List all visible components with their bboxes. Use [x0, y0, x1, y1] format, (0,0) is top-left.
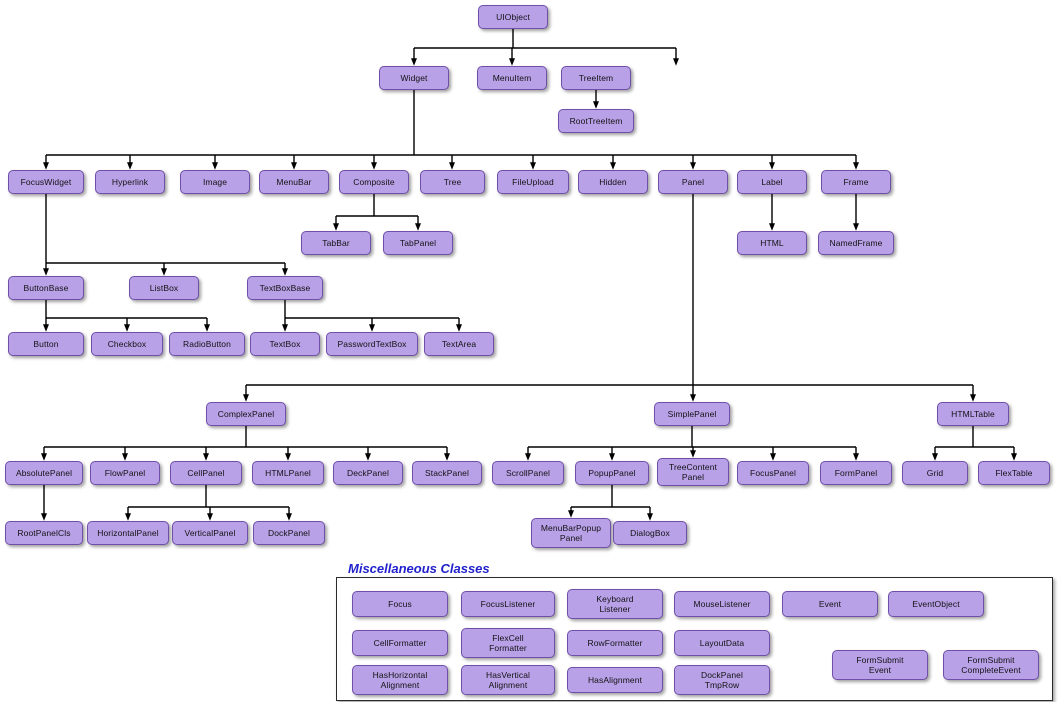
class-node-hyperlink[interactable]: Hyperlink [95, 170, 165, 194]
class-node-buttonbase[interactable]: ButtonBase [8, 276, 84, 300]
class-node-uiobject[interactable]: UIObject [478, 5, 548, 29]
class-node-deckpanel[interactable]: DeckPanel [333, 461, 403, 485]
class-node-complexpanel[interactable]: ComplexPanel [206, 402, 286, 426]
class-node-widget[interactable]: Widget [379, 66, 449, 90]
misc-class-node-hashorizontalalignment[interactable]: HasHorizontal Alignment [352, 665, 448, 695]
class-node-tree[interactable]: Tree [420, 170, 485, 194]
misc-class-node-keyboardlistener[interactable]: Keyboard Listener [567, 589, 663, 619]
class-node-flowpanel[interactable]: FlowPanel [90, 461, 160, 485]
misc-class-node-cellformatter[interactable]: CellFormatter [352, 630, 448, 656]
class-node-simplepanel[interactable]: SimplePanel [654, 402, 730, 426]
class-node-composite[interactable]: Composite [339, 170, 409, 194]
misc-class-node-mouselistener[interactable]: MouseListener [674, 591, 770, 617]
class-node-listbox[interactable]: ListBox [129, 276, 199, 300]
class-node-stackpanel[interactable]: StackPanel [412, 461, 482, 485]
class-node-checkbox[interactable]: Checkbox [91, 332, 163, 356]
class-node-treeitem[interactable]: TreeItem [561, 66, 631, 90]
misc-class-node-event[interactable]: Event [782, 591, 878, 617]
class-node-menuitem[interactable]: MenuItem [477, 66, 547, 90]
class-node-formpanel[interactable]: FormPanel [820, 461, 892, 485]
class-node-absolutepanel[interactable]: AbsolutePanel [5, 461, 83, 485]
class-node-tabbar[interactable]: TabBar [301, 231, 371, 255]
misc-class-node-eventobject[interactable]: EventObject [888, 591, 984, 617]
misc-class-node-hasverticalalignment[interactable]: HasVertical Alignment [461, 665, 555, 695]
class-node-image[interactable]: Image [180, 170, 250, 194]
class-node-textbox[interactable]: TextBox [250, 332, 320, 356]
class-node-html[interactable]: HTML [737, 231, 807, 255]
misc-class-node-layoutdata[interactable]: LayoutData [674, 630, 770, 656]
class-node-button[interactable]: Button [8, 332, 84, 356]
class-hierarchy-diagram: Miscellaneous Classes UIObject Widget Menu… [0, 0, 1059, 702]
class-node-htmltable[interactable]: HTMLTable [937, 402, 1009, 426]
misc-class-node-dockpaneltmprow[interactable]: DockPanel TmpRow [674, 665, 770, 695]
class-node-rootpanelcls[interactable]: RootPanelCls [5, 521, 83, 545]
class-node-dockpanel[interactable]: DockPanel [253, 521, 325, 545]
class-node-grid[interactable]: Grid [902, 461, 968, 485]
class-node-scrollpanel[interactable]: ScrollPanel [492, 461, 564, 485]
misc-class-node-flexcellformatter[interactable]: FlexCell Formatter [461, 628, 555, 658]
misc-class-node-focuslistener[interactable]: FocusListener [461, 591, 555, 617]
misc-class-node-formsubmitevent[interactable]: FormSubmit Event [832, 650, 928, 680]
class-node-passwordtextbox[interactable]: PasswordTextBox [326, 332, 418, 356]
class-node-menubar[interactable]: MenuBar [259, 170, 329, 194]
class-node-focuspanel[interactable]: FocusPanel [737, 461, 809, 485]
class-node-frame[interactable]: Frame [821, 170, 891, 194]
class-node-focuswidget[interactable]: FocusWidget [8, 170, 84, 194]
class-node-tabpanel[interactable]: TabPanel [383, 231, 453, 255]
class-node-fileupload[interactable]: FileUpload [497, 170, 569, 194]
class-node-horizontalpanel[interactable]: HorizontalPanel [87, 521, 169, 545]
class-node-radiobutton[interactable]: RadioButton [169, 332, 245, 356]
class-node-textarea[interactable]: TextArea [424, 332, 494, 356]
class-node-panel[interactable]: Panel [658, 170, 728, 194]
class-node-hidden[interactable]: Hidden [578, 170, 648, 194]
class-node-cellpanel[interactable]: CellPanel [170, 461, 242, 485]
class-node-treecontentpanel[interactable]: TreeContent Panel [657, 458, 729, 486]
class-node-namedframe[interactable]: NamedFrame [818, 231, 894, 255]
misc-class-node-hasalignment[interactable]: HasAlignment [567, 667, 663, 693]
misc-class-node-formsubmitcompleteevent[interactable]: FormSubmit CompleteEvent [943, 650, 1039, 680]
class-node-label[interactable]: Label [737, 170, 807, 194]
misc-class-node-focus[interactable]: Focus [352, 591, 448, 617]
class-node-verticalpanel[interactable]: VerticalPanel [172, 521, 248, 545]
miscellaneous-classes-title: Miscellaneous Classes [348, 561, 490, 576]
class-node-roottreeitem[interactable]: RootTreeItem [558, 109, 634, 133]
class-node-menubarpopuppanel[interactable]: MenuBarPopup Panel [531, 518, 611, 548]
class-node-popuppanel[interactable]: PopupPanel [575, 461, 649, 485]
class-node-textboxbase[interactable]: TextBoxBase [247, 276, 323, 300]
class-node-htmlpanel[interactable]: HTMLPanel [252, 461, 324, 485]
class-node-flextable[interactable]: FlexTable [978, 461, 1050, 485]
class-node-dialogbox[interactable]: DialogBox [613, 521, 687, 545]
misc-class-node-rowformatter[interactable]: RowFormatter [567, 630, 663, 656]
